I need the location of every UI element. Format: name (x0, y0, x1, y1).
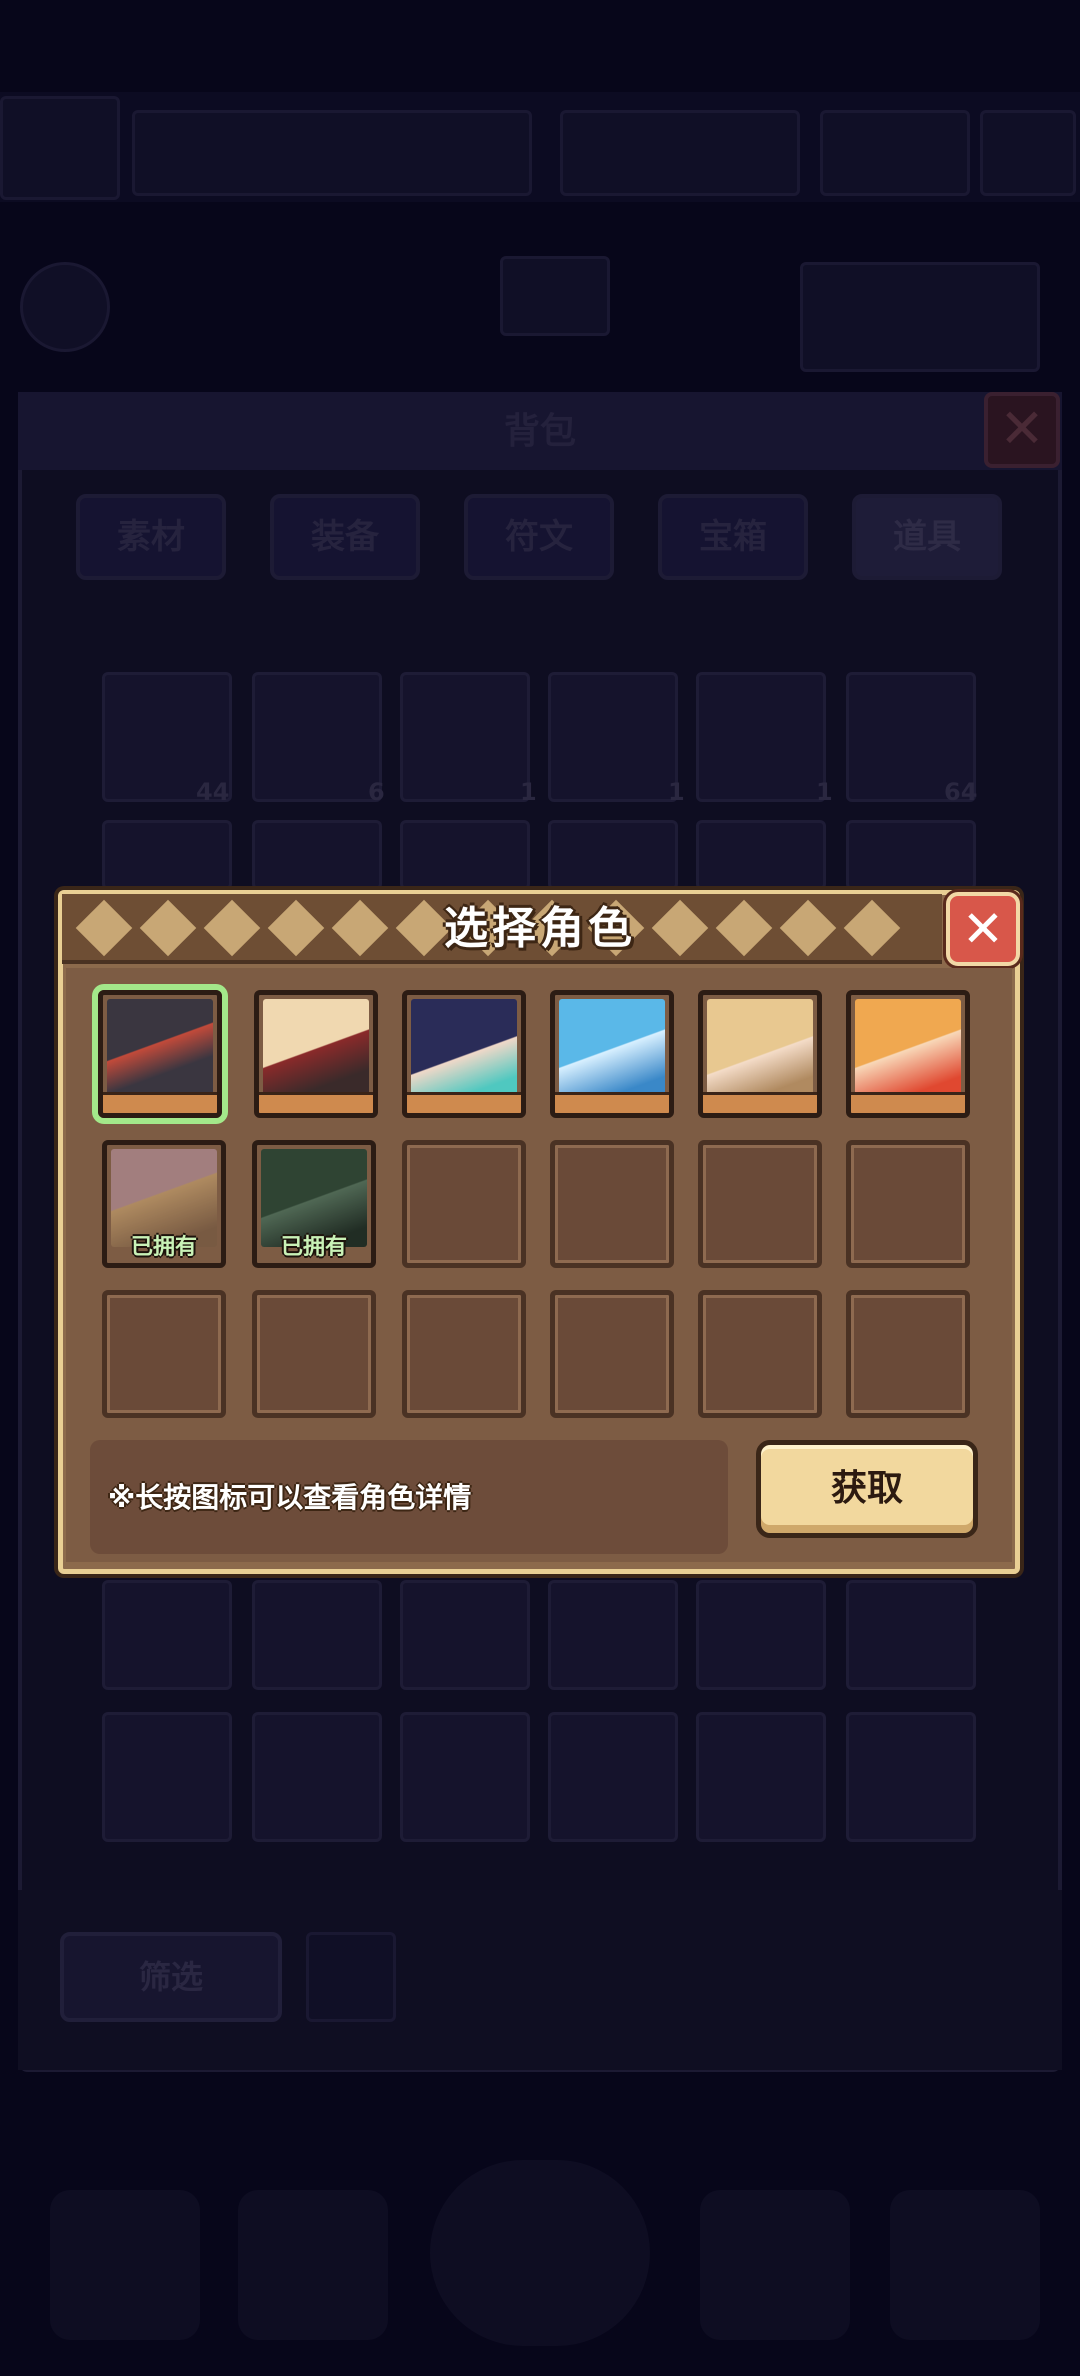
character-slot-5[interactable] (698, 990, 822, 1118)
character-portrait (559, 999, 665, 1097)
owned-label: 已拥有 (130, 1235, 197, 1260)
empty-character-slot (550, 1290, 674, 1418)
empty-character-slot (698, 1290, 822, 1418)
slot-count: 1 (816, 778, 833, 806)
tab-equipment[interactable]: 装备 (270, 494, 420, 580)
nav-item[interactable] (50, 2190, 200, 2340)
character-bar (703, 1092, 817, 1113)
nav-item[interactable] (238, 2190, 388, 2340)
character-slot-2[interactable] (254, 990, 378, 1118)
background-menu-button (980, 110, 1076, 196)
inventory-slot[interactable] (548, 672, 678, 802)
slot-count: 44 (196, 778, 230, 806)
empty-character-slot (402, 1140, 526, 1268)
background-resource-bar (560, 110, 800, 196)
sort-button[interactable] (306, 1932, 396, 2022)
empty-character-slot (102, 1290, 226, 1418)
inventory-slot[interactable] (696, 1712, 826, 1842)
character-slot-7[interactable]: 已拥有 (102, 1140, 226, 1268)
character-bar (555, 1092, 669, 1113)
inventory-slot[interactable] (696, 1580, 826, 1690)
inventory-slot[interactable] (102, 1712, 232, 1842)
inventory-slot[interactable] (400, 672, 530, 802)
nav-item-center[interactable] (430, 2160, 650, 2346)
empty-character-slot (846, 1290, 970, 1418)
dialog-title: 选择角色 (444, 903, 636, 954)
slot-count: 64 (944, 778, 978, 806)
inventory-slot[interactable] (846, 820, 976, 890)
inventory-slot[interactable] (696, 820, 826, 890)
character-portrait (263, 999, 369, 1097)
inventory-slot[interactable] (846, 1712, 976, 1842)
inventory-slot[interactable] (548, 820, 678, 890)
tab-chests[interactable]: 宝箱 (658, 494, 808, 580)
tab-runes[interactable]: 符文 (464, 494, 614, 580)
slot-count: 1 (668, 778, 685, 806)
inventory-slot[interactable] (400, 1712, 530, 1842)
filter-button[interactable]: 筛选 (60, 1932, 282, 2022)
tab-items[interactable]: 道具 (852, 494, 1002, 580)
get-button[interactable]: 获取 (756, 1440, 978, 1538)
empty-character-slot (402, 1290, 526, 1418)
inventory-slot[interactable] (846, 1580, 976, 1690)
owned-label: 已拥有 (280, 1235, 347, 1260)
character-portrait (107, 999, 213, 1097)
inventory-slot[interactable] (696, 672, 826, 802)
inventory-slot[interactable] (548, 1712, 678, 1842)
nav-item[interactable] (890, 2190, 1040, 2340)
character-slot-1[interactable] (98, 990, 222, 1118)
empty-character-slot (698, 1140, 822, 1268)
background-widget (800, 262, 1040, 372)
character-bar (407, 1092, 521, 1113)
character-slot-8[interactable]: 已拥有 (252, 1140, 376, 1268)
inventory-slot[interactable] (548, 1580, 678, 1690)
tab-materials[interactable]: 素材 (76, 494, 226, 580)
character-bar (103, 1092, 217, 1113)
inventory-slot[interactable] (400, 1580, 530, 1690)
slot-count: 6 (368, 778, 385, 806)
background-resource-bar (820, 110, 970, 196)
inventory-slot[interactable] (400, 820, 530, 890)
character-portrait (411, 999, 517, 1097)
inventory-close-button[interactable]: ✕ (984, 392, 1060, 468)
inventory-slot[interactable] (252, 672, 382, 802)
filter-label: 筛选 (138, 1958, 203, 1996)
slot-count: 1 (520, 778, 537, 806)
background-avatar (0, 96, 120, 200)
character-slot-3[interactable] (402, 990, 526, 1118)
hint-text: ※长按图标可以查看角色详情 (108, 1481, 472, 1514)
character-slot-4[interactable] (550, 990, 674, 1118)
inventory-title: 背包 (503, 411, 576, 452)
inventory-slot[interactable] (252, 1580, 382, 1690)
inventory-slot[interactable] (102, 820, 232, 890)
empty-character-slot (550, 1140, 674, 1268)
character-slot-6[interactable] (846, 990, 970, 1118)
character-bar (259, 1092, 373, 1113)
nav-item[interactable] (700, 2190, 850, 2340)
empty-character-slot (846, 1140, 970, 1268)
background-icon (20, 262, 110, 352)
inventory-slot[interactable] (252, 1712, 382, 1842)
empty-character-slot (252, 1290, 376, 1418)
close-icon: ✕ (962, 900, 1004, 958)
background-resource-bar (132, 110, 532, 196)
background-icon (500, 256, 610, 336)
character-portrait (707, 999, 813, 1097)
inventory-slot[interactable] (252, 820, 382, 890)
close-button[interactable]: ✕ (946, 892, 1020, 966)
character-bar (851, 1092, 965, 1113)
inventory-slot[interactable] (102, 1580, 232, 1690)
character-portrait (855, 999, 961, 1097)
